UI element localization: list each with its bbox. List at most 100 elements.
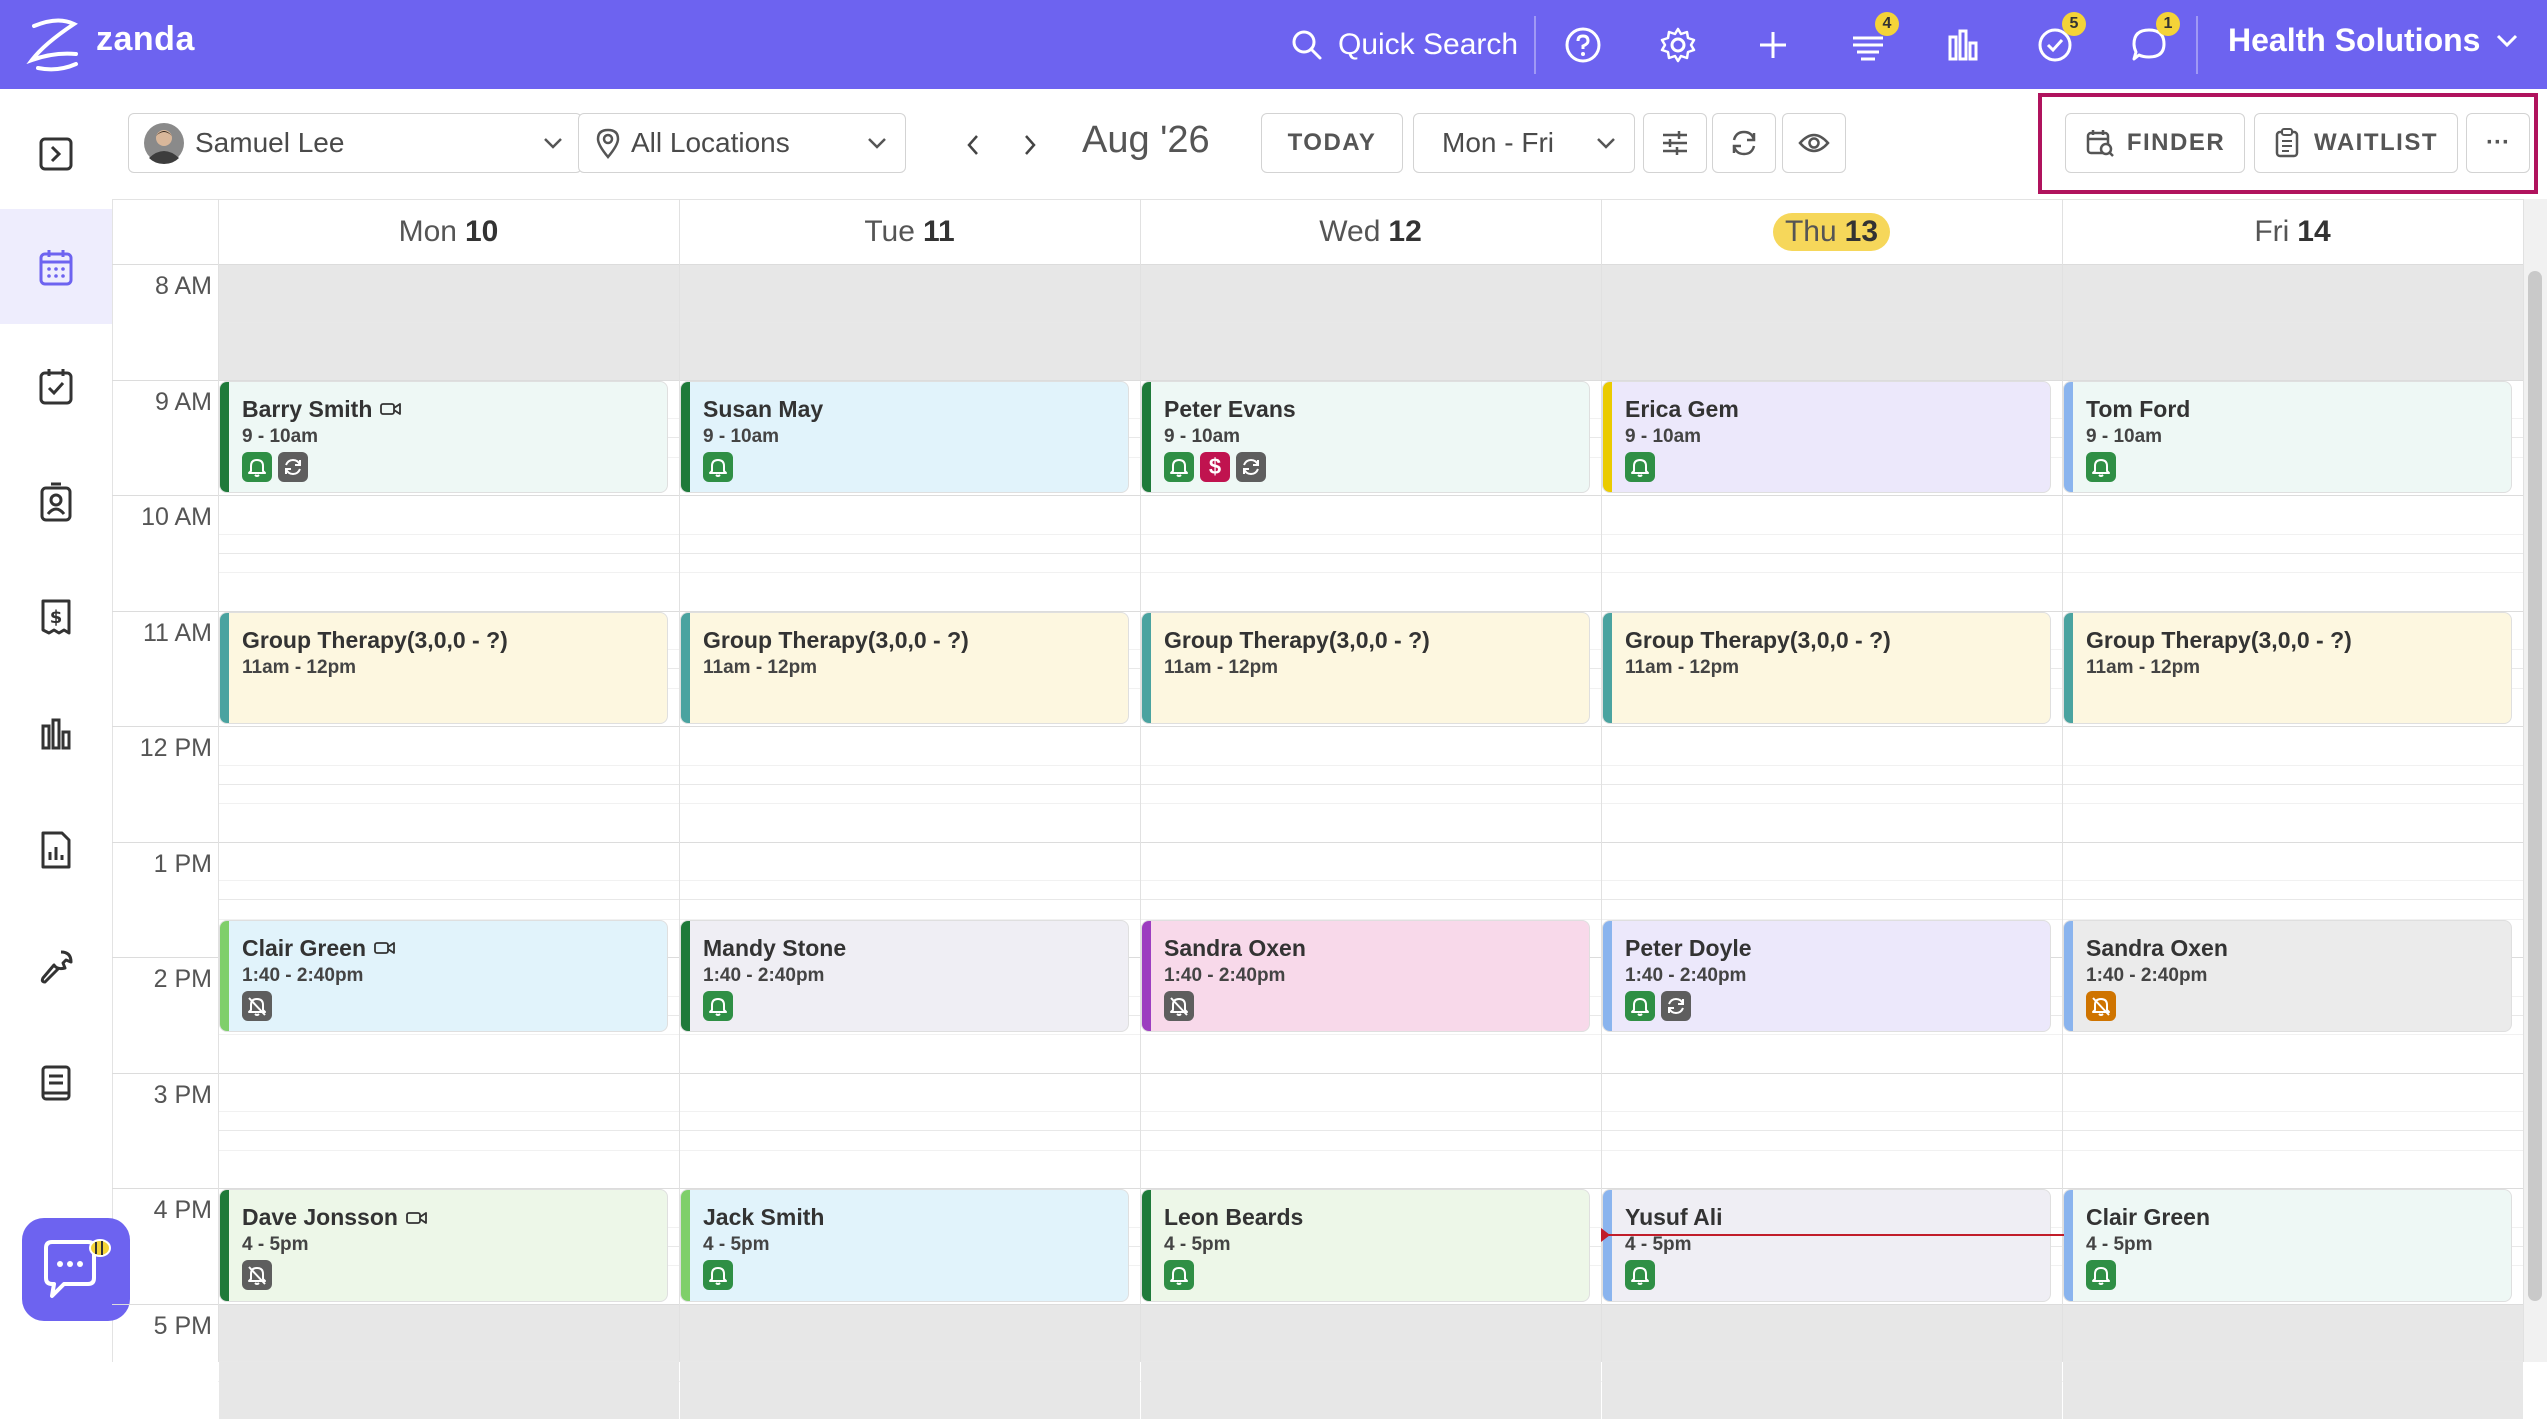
today-button[interactable]: TODAY	[1261, 113, 1403, 173]
contact-card-icon	[37, 482, 75, 522]
appointment-card[interactable]: Erica Gem9 - 10am	[1602, 381, 2051, 494]
date-range-value: Mon - Fri	[1442, 127, 1554, 159]
appointment-icons	[2086, 1260, 2116, 1290]
settings-button[interactable]	[1653, 20, 1703, 70]
location-select[interactable]: All Locations	[578, 113, 906, 173]
day-header[interactable]: Mon10	[218, 199, 679, 264]
appointment-card[interactable]: Mandy Stone1:40 - 2:40pm	[680, 920, 1129, 1033]
calendar-scrollbar[interactable]	[2524, 199, 2547, 1362]
column-divider	[1140, 199, 1141, 1362]
filter-button[interactable]	[1643, 113, 1707, 173]
appointment-status-bar	[2064, 921, 2073, 1032]
appointment-card[interactable]: Sandra Oxen1:40 - 2:40pm	[2063, 920, 2512, 1033]
next-week-button[interactable]	[1010, 125, 1050, 165]
day-header[interactable]: Wed12	[1140, 199, 1601, 264]
view-options-button[interactable]	[1782, 113, 1846, 173]
appointment-client: Sandra Oxen	[1164, 935, 1306, 962]
nav-clients[interactable]	[0, 444, 112, 559]
brand-name[interactable]: zanda	[96, 20, 195, 59]
grid-line	[112, 495, 2523, 496]
chevron-down-icon	[867, 137, 887, 149]
grid-line	[218, 1150, 2523, 1151]
appointment-card[interactable]: Tom Ford9 - 10am	[2063, 381, 2512, 494]
appointment-card[interactable]: Group Therapy(3,0,0 - ?)11am - 12pm	[680, 612, 1129, 725]
appointment-card[interactable]: Dave Jonsson4 - 5pm	[219, 1189, 668, 1302]
appointment-time: 9 - 10am	[242, 426, 318, 448]
appointment-time: 1:40 - 2:40pm	[242, 965, 363, 987]
appointment-client: Dave Jonsson	[242, 1204, 428, 1231]
appointment-card[interactable]: Barry Smith9 - 10am	[219, 381, 668, 494]
organization-switcher[interactable]: Health Solutions	[2228, 22, 2518, 59]
tasks-badge: 4	[1875, 12, 1899, 36]
tasks-button[interactable]: 4	[1843, 20, 1893, 70]
grid-line	[218, 1034, 2523, 1035]
appointment-card[interactable]: Peter Doyle1:40 - 2:40pm	[1602, 920, 2051, 1033]
appointment-time: 11am - 12pm	[1625, 657, 1739, 679]
add-button[interactable]	[1748, 20, 1798, 70]
reminder-off-icon	[242, 1260, 272, 1290]
grid-line	[218, 1111, 2523, 1112]
current-time-marker	[1601, 1228, 1610, 1242]
help-button[interactable]	[1558, 20, 1608, 70]
appointment-status-bar	[1603, 1190, 1612, 1301]
appointment-icons	[1625, 991, 1691, 1021]
appointment-card[interactable]: Group Therapy(3,0,0 - ?)11am - 12pm	[219, 612, 668, 725]
date-range-select[interactable]: Mon - Fri	[1413, 113, 1635, 173]
day-header[interactable]: Tue11	[679, 199, 1140, 264]
previous-week-button[interactable]	[953, 125, 993, 165]
grid-line	[218, 534, 2523, 535]
chevron-left-icon	[966, 134, 980, 156]
appointment-client: Group Therapy(3,0,0 - ?)	[703, 627, 969, 654]
appointment-card[interactable]: Group Therapy(3,0,0 - ?)11am - 12pm	[1141, 612, 1590, 725]
hour-label: 12 PM	[112, 734, 212, 763]
day-header-label: Mon10	[399, 215, 499, 249]
appointment-client: Erica Gem	[1625, 396, 1739, 423]
hour-label: 3 PM	[112, 1081, 212, 1110]
nav-expand[interactable]	[0, 96, 112, 211]
nav-calendar[interactable]	[0, 209, 112, 324]
nav-tools[interactable]	[0, 909, 112, 1024]
appointment-card[interactable]: Susan May9 - 10am	[680, 381, 1129, 494]
chevron-down-icon	[1596, 137, 1616, 149]
checklist-button[interactable]: 5	[2030, 20, 2080, 70]
side-nav: $	[0, 89, 113, 1362]
appointment-card[interactable]: Leon Beards4 - 5pm	[1141, 1189, 1590, 1302]
topbar-divider	[1534, 16, 1536, 74]
appointment-client: Group Therapy(3,0,0 - ?)	[2086, 627, 2352, 654]
scrollbar-thumb[interactable]	[2528, 271, 2542, 1301]
appointment-card[interactable]: Jack Smith4 - 5pm	[680, 1189, 1129, 1302]
appointment-card[interactable]: Yusuf Ali4 - 5pm	[1602, 1189, 2051, 1302]
appointment-client: Tom Ford	[2086, 396, 2190, 423]
appointment-card[interactable]: Clair Green1:40 - 2:40pm	[219, 920, 668, 1033]
appointment-client: Peter Doyle	[1625, 935, 1752, 962]
day-header[interactable]: Thu13	[1601, 199, 2062, 264]
plus-icon	[1757, 29, 1789, 61]
appointment-card[interactable]: Peter Evans9 - 10am$	[1141, 381, 1590, 494]
day-name: Mon	[399, 215, 457, 248]
quick-search[interactable]: Quick Search	[1290, 20, 1518, 70]
video-call-icon	[380, 401, 402, 417]
practitioner-select[interactable]: Samuel Lee	[128, 113, 582, 173]
refresh-button[interactable]	[1712, 113, 1776, 173]
nav-reports[interactable]	[0, 676, 112, 791]
day-header[interactable]: Fri14	[2062, 199, 2523, 264]
nav-documents[interactable]	[0, 792, 112, 907]
appointment-card[interactable]: Clair Green4 - 5pm	[2063, 1189, 2512, 1302]
nav-notes[interactable]	[0, 1025, 112, 1140]
reports-button[interactable]	[1938, 20, 1988, 70]
nav-appointments[interactable]	[0, 328, 112, 443]
chevron-down-icon	[543, 137, 563, 149]
appointment-card[interactable]: Sandra Oxen1:40 - 2:40pm	[1141, 920, 1590, 1033]
appointment-icons	[1625, 1260, 1655, 1290]
appointment-card[interactable]: Group Therapy(3,0,0 - ?)11am - 12pm	[1602, 612, 2051, 725]
day-header-label: Thu13	[1773, 213, 1890, 251]
appointment-client: Leon Beards	[1164, 1204, 1303, 1231]
avatar	[143, 122, 185, 164]
reminder-off-icon	[1164, 991, 1194, 1021]
appointment-status-bar	[1142, 921, 1151, 1032]
nav-billing[interactable]: $	[0, 559, 112, 674]
appointment-icons	[1625, 452, 1655, 482]
messages-button[interactable]: 1	[2124, 20, 2174, 70]
appointment-card[interactable]: Group Therapy(3,0,0 - ?)11am - 12pm	[2063, 612, 2512, 725]
client-name: Erica Gem	[1625, 396, 1739, 423]
